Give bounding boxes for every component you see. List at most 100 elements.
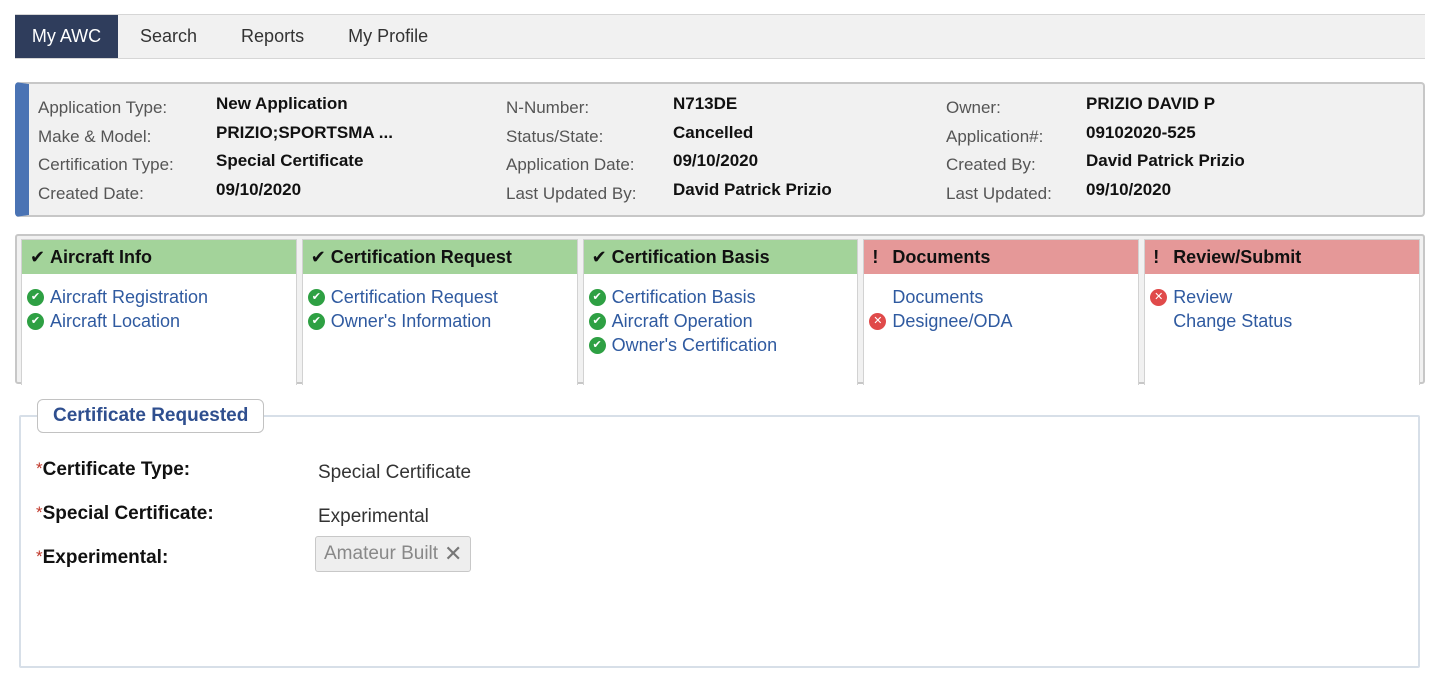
application-number-value: 09102020-525 xyxy=(1086,122,1196,142)
step-item-label: Documents xyxy=(892,286,984,307)
link-aircraft-location[interactable]: ✔ Aircraft Location xyxy=(22,309,296,333)
step-items: ✔ Certification Request ✔ Owner's Inform… xyxy=(303,274,577,333)
step-title: Certification Request xyxy=(330,246,512,267)
link-documents[interactable]: Documents xyxy=(864,285,1138,309)
step-header-aircraft-info[interactable]: ✔ Aircraft Info xyxy=(22,240,296,274)
owner-label: Owner: xyxy=(946,98,1001,117)
checkmark-icon: ✔ xyxy=(591,246,607,267)
link-owners-information[interactable]: ✔ Owner's Information xyxy=(303,309,577,333)
step-review-submit: ! Review/Submit ✕ Review Change Status xyxy=(1144,239,1420,385)
make-model-label: Make & Model: xyxy=(38,126,152,146)
required-marker: * xyxy=(36,503,43,522)
created-date-label: Created Date: xyxy=(38,183,144,203)
step-certification-request: ✔ Certification Request ✔ Certification … xyxy=(301,239,578,385)
certification-type-value: Special Certificate xyxy=(216,151,364,170)
status-state-value: Cancelled xyxy=(673,122,754,142)
check-circle-icon: ✔ xyxy=(307,312,325,330)
section-legend: Certificate Requested xyxy=(37,399,265,433)
step-items: ✔ Aircraft Registration ✔ Aircraft Locat… xyxy=(22,274,296,333)
status-state-label: Status/State: xyxy=(506,126,604,146)
step-item-label: Designee/ODA xyxy=(892,310,1013,331)
application-number-label: Application#: xyxy=(946,126,1044,146)
special-certificate-value: Experimental xyxy=(318,506,429,527)
step-aircraft-info: ✔ Aircraft Info ✔ Aircraft Registration … xyxy=(21,239,297,385)
check-circle-icon: ✔ xyxy=(588,312,606,330)
empty-status-icon xyxy=(869,289,886,306)
certification-type-label: Certification Type: xyxy=(38,155,174,174)
remove-tag-icon[interactable]: ✕ xyxy=(444,541,462,567)
checkmark-icon: ✔ xyxy=(310,246,326,267)
step-item-label: Aircraft Registration xyxy=(50,286,209,307)
error-circle-icon: ✕ xyxy=(1150,288,1168,306)
experimental-row: *Experimental: Amateur Built ✕ xyxy=(36,536,472,572)
step-title: Review/Submit xyxy=(1173,246,1302,267)
step-items: ✕ Review Change Status xyxy=(1145,274,1419,333)
n-number-value: N713DE xyxy=(673,94,738,113)
checkmark-icon: ✔ xyxy=(30,246,46,267)
exclamation-icon: ! xyxy=(1153,246,1160,267)
experimental-tag[interactable]: Amateur Built ✕ xyxy=(315,536,472,572)
step-item-label: Owner's Certification xyxy=(611,334,778,355)
step-item-label: Certification Request xyxy=(330,286,498,307)
application-type-label: Application Type: xyxy=(38,98,168,117)
step-documents: ! Documents Documents ✕ Designee/ODA xyxy=(863,239,1140,385)
last-updated-value: 09/10/2020 xyxy=(1086,179,1172,199)
step-header-review-submit[interactable]: ! Review/Submit xyxy=(1145,240,1419,274)
tab-my-awc[interactable]: My AWC xyxy=(15,15,118,58)
special-certificate-row: *Special Certificate: Experimental xyxy=(36,503,429,527)
certificate-type-label: Certificate Type: xyxy=(42,459,191,480)
step-items: ✔ Certification Basis ✔ Aircraft Operati… xyxy=(584,274,858,357)
tab-search[interactable]: Search xyxy=(118,15,219,58)
certificate-type-row: *Certificate Type: Special Certificate xyxy=(36,459,471,483)
step-item-label: Review xyxy=(1173,286,1233,307)
tag-label: Amateur Built xyxy=(324,543,439,564)
experimental-label: Experimental: xyxy=(42,547,169,568)
step-item-label: Aircraft Location xyxy=(50,310,181,331)
exclamation-icon: ! xyxy=(872,246,879,267)
step-title: Aircraft Info xyxy=(50,246,153,267)
link-owners-certification[interactable]: ✔ Owner's Certification xyxy=(584,333,858,357)
check-circle-icon: ✔ xyxy=(27,288,44,306)
application-type-value: New Application xyxy=(216,94,348,113)
error-circle-icon: ✕ xyxy=(869,312,887,330)
certificate-type-value: Special Certificate xyxy=(318,462,472,483)
link-certification-basis[interactable]: ✔ Certification Basis xyxy=(584,285,858,309)
link-aircraft-registration[interactable]: ✔ Aircraft Registration xyxy=(22,285,296,309)
check-circle-icon: ✔ xyxy=(588,336,606,354)
application-date-value: 09/10/2020 xyxy=(673,151,759,170)
tab-reports[interactable]: Reports xyxy=(219,15,326,58)
step-title: Certification Basis xyxy=(611,246,770,267)
check-circle-icon: ✔ xyxy=(307,288,325,306)
step-certification-basis: ✔ Certification Basis ✔ Certification Ba… xyxy=(582,239,859,385)
certificate-requested-section: Certificate Requested *Certificate Type:… xyxy=(19,399,1420,668)
progress-steps: ✔ Aircraft Info ✔ Aircraft Registration … xyxy=(15,234,1425,385)
step-header-certification-request[interactable]: ✔ Certification Request xyxy=(302,240,577,274)
make-model-value: PRIZIO;SPORTSMA ... xyxy=(216,122,393,142)
tab-my-profile[interactable]: My Profile xyxy=(326,15,450,58)
special-certificate-label: Special Certificate: xyxy=(42,503,214,524)
created-by-value: David Patrick Prizio xyxy=(1086,151,1245,170)
application-date-label: Application Date: xyxy=(506,155,635,174)
n-number-label: N-Number: xyxy=(506,98,590,117)
step-item-label: Aircraft Operation xyxy=(611,310,753,331)
step-header-documents[interactable]: ! Documents xyxy=(864,240,1139,274)
step-item-label: Certification Basis xyxy=(611,286,756,307)
last-updated-by-value: David Patrick Prizio xyxy=(673,179,832,199)
required-marker: * xyxy=(36,459,43,478)
created-by-label: Created By: xyxy=(946,155,1036,174)
required-marker: * xyxy=(36,547,43,566)
link-certification-request[interactable]: ✔ Certification Request xyxy=(303,285,577,309)
check-circle-icon: ✔ xyxy=(588,288,606,306)
empty-status-icon xyxy=(1150,313,1167,330)
step-item-label: Change Status xyxy=(1173,310,1293,331)
link-designee-oda[interactable]: ✕ Designee/ODA xyxy=(864,309,1138,333)
application-summary: Application Type: New Application Make & … xyxy=(15,82,1425,217)
link-aircraft-operation[interactable]: ✔ Aircraft Operation xyxy=(584,309,858,333)
link-change-status[interactable]: Change Status xyxy=(1145,309,1419,333)
check-circle-icon: ✔ xyxy=(27,312,44,330)
owner-value: PRIZIO DAVID P xyxy=(1086,94,1216,113)
step-item-label: Owner's Information xyxy=(330,310,492,331)
step-header-certification-basis[interactable]: ✔ Certification Basis xyxy=(583,240,858,274)
link-review[interactable]: ✕ Review xyxy=(1145,285,1419,309)
top-nav: My AWC Search Reports My Profile xyxy=(15,14,1425,59)
